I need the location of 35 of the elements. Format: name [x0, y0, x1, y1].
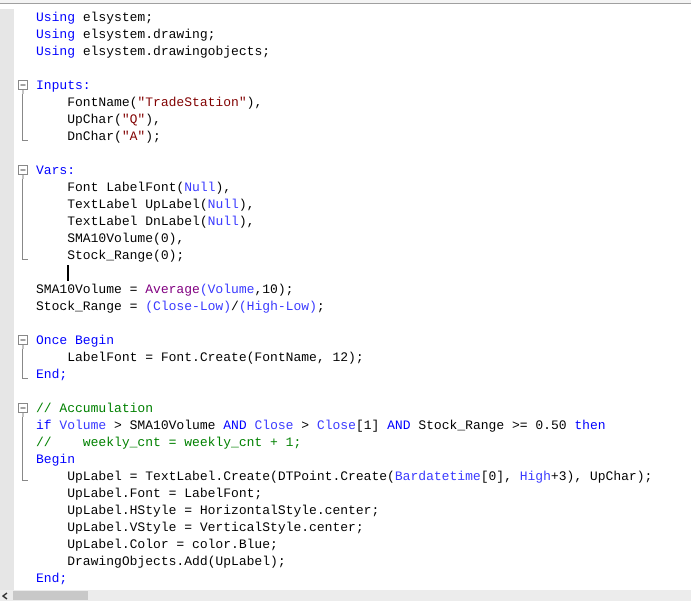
code-line: // Accumulation	[36, 400, 154, 417]
code-line: Begin	[36, 451, 76, 468]
code-line: Inputs:	[36, 77, 91, 94]
code-line: Using elsystem;	[36, 9, 154, 26]
fold-toggle-icon[interactable]	[18, 335, 28, 349]
code-line: FontName("TradeStation"),	[66, 94, 262, 111]
code-line: UpLabel.HStyle = HorizontalStyle.center;	[66, 502, 380, 519]
code-line: LabelFont = Font.Create(FontName, 12);	[66, 349, 364, 366]
code-line: Stock_Range = (Close-Low)/(High-Low);	[36, 298, 325, 315]
code-line: TextLabel DnLabel(Null),	[66, 213, 254, 230]
code-line: UpLabel.Font = LabelFont;	[66, 485, 262, 502]
code-line: UpLabel.Color = color.Blue;	[66, 536, 278, 553]
code-line: Using elsystem.drawing;	[36, 26, 216, 43]
code-line: UpChar("Q"),	[66, 111, 161, 128]
fold-toggle-icon[interactable]	[18, 165, 28, 179]
code-line: SMA10Volume = Average(Volume,10);	[36, 281, 294, 298]
code-line: End;	[36, 570, 68, 587]
scroll-left-icon[interactable]	[2, 592, 8, 600]
code-line: Using elsystem.drawingobjects;	[36, 43, 270, 60]
fold-toggle-icon[interactable]	[18, 403, 28, 417]
code-line: Font LabelFont(Null),	[66, 179, 232, 196]
code-line: SMA10Volume(0),	[66, 230, 184, 247]
scrollbar-thumb[interactable]	[13, 591, 88, 600]
code-line: TextLabel UpLabel(Null),	[66, 196, 254, 213]
code-line: UpLabel = TextLabel.Create(DTPoint.Create(Bardatetime[0], High+3), UpChar);	[66, 468, 652, 485]
code-line: UpLabel.VStyle = VerticalStyle.center;	[66, 519, 364, 536]
code-line: DnChar("A");	[66, 128, 161, 145]
code-line: Once Begin	[36, 332, 114, 349]
fold-toggle-icon[interactable]	[18, 80, 28, 94]
code-line: // weekly_cnt = weekly_cnt + 1;	[36, 434, 302, 451]
code-line: Vars:	[36, 162, 76, 179]
code-line: if Volume > SMA10Volume AND Close > Close[1] AND Stock_Range >= 0.50 then	[36, 417, 606, 434]
code-line: End;	[36, 366, 68, 383]
code-line: DrawingObjects.Add(UpLabel);	[66, 553, 286, 570]
code-line: Stock_Range(0);	[66, 247, 184, 264]
